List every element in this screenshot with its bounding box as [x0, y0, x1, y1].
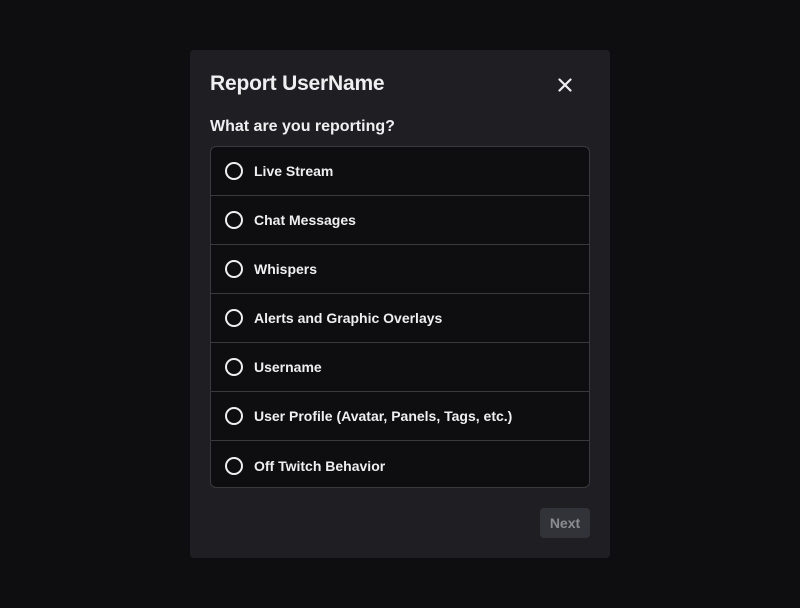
close-icon	[558, 78, 572, 92]
radio-button[interactable]	[225, 260, 243, 278]
radio-button[interactable]	[225, 407, 243, 425]
option-user-profile[interactable]: User Profile (Avatar, Panels, Tags, etc.…	[211, 392, 589, 441]
option-label: Username	[254, 359, 322, 375]
option-off-twitch-behavior[interactable]: Off Twitch Behavior	[211, 441, 589, 487]
report-question: What are you reporting?	[210, 118, 395, 135]
option-chat-messages[interactable]: Chat Messages	[211, 196, 589, 245]
option-live-stream[interactable]: Live Stream	[211, 147, 589, 196]
option-alerts-overlays[interactable]: Alerts and Graphic Overlays	[211, 294, 589, 343]
option-label: Live Stream	[254, 163, 334, 179]
report-options-list: Live Stream Chat Messages Whispers Alert…	[210, 146, 590, 488]
option-label: User Profile (Avatar, Panels, Tags, etc.…	[254, 408, 513, 424]
close-button[interactable]	[554, 74, 576, 96]
report-modal: Report UserName What are you reporting? …	[190, 50, 610, 558]
option-label: Off Twitch Behavior	[254, 457, 386, 474]
radio-button[interactable]	[225, 162, 243, 180]
radio-button[interactable]	[225, 456, 243, 475]
radio-button[interactable]	[225, 309, 243, 327]
option-label: Chat Messages	[254, 212, 356, 228]
modal-title: Report UserName	[210, 72, 385, 95]
radio-button[interactable]	[225, 211, 243, 229]
radio-button[interactable]	[225, 358, 243, 376]
option-username[interactable]: Username	[211, 343, 589, 392]
next-button[interactable]: Next	[540, 508, 590, 538]
option-label: Alerts and Graphic Overlays	[254, 310, 443, 326]
option-whispers[interactable]: Whispers	[211, 245, 589, 294]
option-label: Whispers	[254, 261, 318, 277]
